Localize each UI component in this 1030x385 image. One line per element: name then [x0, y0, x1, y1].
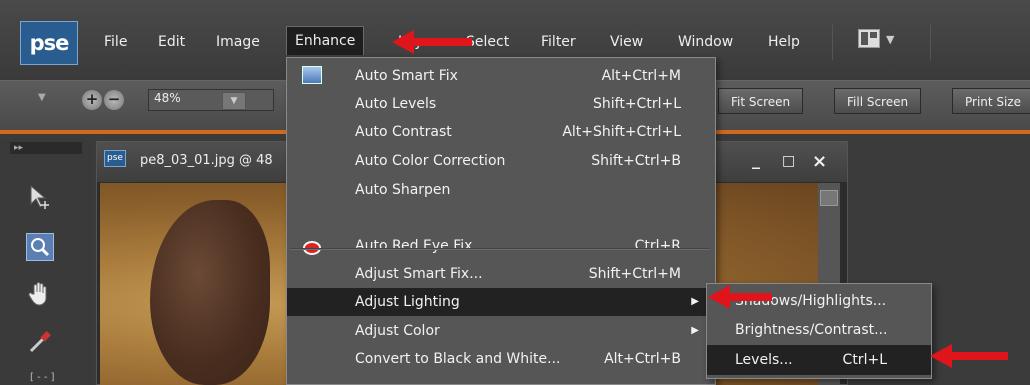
zoom-tool-icon[interactable]: [26, 233, 54, 261]
menu-filter[interactable]: Filter: [537, 30, 580, 54]
menu-item-adjust-lighting[interactable]: Adjust Lighting ▶: [287, 288, 715, 316]
submenu-item-shadows-highlights[interactable]: Shadows/Highlights...: [707, 286, 931, 316]
menu-item-auto-color-correction[interactable]: Auto Color Correction Shift+Ctrl+B: [287, 147, 715, 175]
menu-item-auto-levels[interactable]: Auto Levels Shift+Ctrl+L: [287, 90, 715, 118]
annotation-arrow-icon: [708, 285, 772, 309]
menu-window[interactable]: Window: [674, 30, 737, 54]
menu-item-adjust-color[interactable]: Adjust Color ▶: [287, 317, 715, 345]
scroll-up-icon[interactable]: [820, 190, 838, 206]
minimize-icon[interactable]: _: [752, 150, 760, 169]
menu-item-auto-sharpen[interactable]: Auto Sharpen: [287, 176, 715, 204]
close-icon[interactable]: ×: [812, 151, 827, 172]
menu-file[interactable]: File: [100, 30, 131, 54]
menu-help[interactable]: Help: [764, 30, 804, 54]
menubar-divider: [930, 24, 931, 60]
annotation-arrow-icon: [392, 30, 472, 54]
menubar-divider: [832, 24, 833, 60]
fit-screen-button[interactable]: Fit Screen: [718, 88, 804, 114]
options-menu-icon[interactable]: ▼: [38, 92, 46, 103]
layout-icon[interactable]: [858, 29, 880, 48]
menu-enhance[interactable]: Enhance: [286, 26, 365, 55]
eyedropper-tool-icon[interactable]: [26, 328, 54, 356]
annotation-arrow-icon: [930, 344, 1008, 368]
submenu-arrow-icon: ▶: [691, 325, 699, 336]
zoom-in-icon[interactable]: +: [82, 90, 102, 110]
submenu-item-levels[interactable]: Levels... Ctrl+L: [707, 345, 931, 375]
menu-item-auto-red-eye-fix[interactable]: Auto Red Eye Fix Ctrl+R: [287, 232, 715, 260]
fill-screen-button[interactable]: Fill Screen: [834, 88, 922, 114]
hand-tool-icon[interactable]: [26, 280, 54, 308]
menu-item-auto-smart-fix[interactable]: Auto Smart Fix Alt+Ctrl+M: [287, 62, 715, 90]
chevron-down-icon[interactable]: ▼: [886, 33, 894, 46]
menu-view[interactable]: View: [606, 30, 647, 54]
app-logo: pse: [20, 21, 78, 65]
zoom-out-icon[interactable]: −: [104, 90, 124, 110]
submenu-item-brightness-contrast[interactable]: Brightness/Contrast...: [707, 315, 931, 345]
document-title: pe8_03_01.jpg @ 48: [140, 153, 273, 168]
maximize-icon[interactable]: □: [782, 153, 795, 169]
menu-edit[interactable]: Edit: [154, 30, 189, 54]
tool-panel-header[interactable]: ▸▸: [10, 142, 82, 154]
move-tool-icon[interactable]: [26, 183, 54, 211]
document-icon: pse: [104, 150, 126, 167]
zoom-dropdown-icon[interactable]: ▼: [222, 92, 246, 110]
menu-item-adjust-smart-fix[interactable]: Adjust Smart Fix... Shift+Ctrl+M: [287, 260, 715, 288]
menu-image[interactable]: Image: [212, 30, 264, 54]
zoom-value[interactable]: 48%: [154, 91, 181, 105]
menu-item-convert-to-black-and-white[interactable]: Convert to Black and White... Alt+Ctrl+B: [287, 345, 715, 373]
submenu-arrow-icon: ▶: [691, 296, 699, 307]
marquee-tool-icon[interactable]: [ - - ]: [30, 372, 55, 383]
menu-separator: [290, 248, 710, 250]
print-size-button[interactable]: Print Size: [952, 88, 1030, 114]
menu-item-auto-contrast[interactable]: Auto Contrast Alt+Shift+Ctrl+L: [287, 118, 715, 146]
